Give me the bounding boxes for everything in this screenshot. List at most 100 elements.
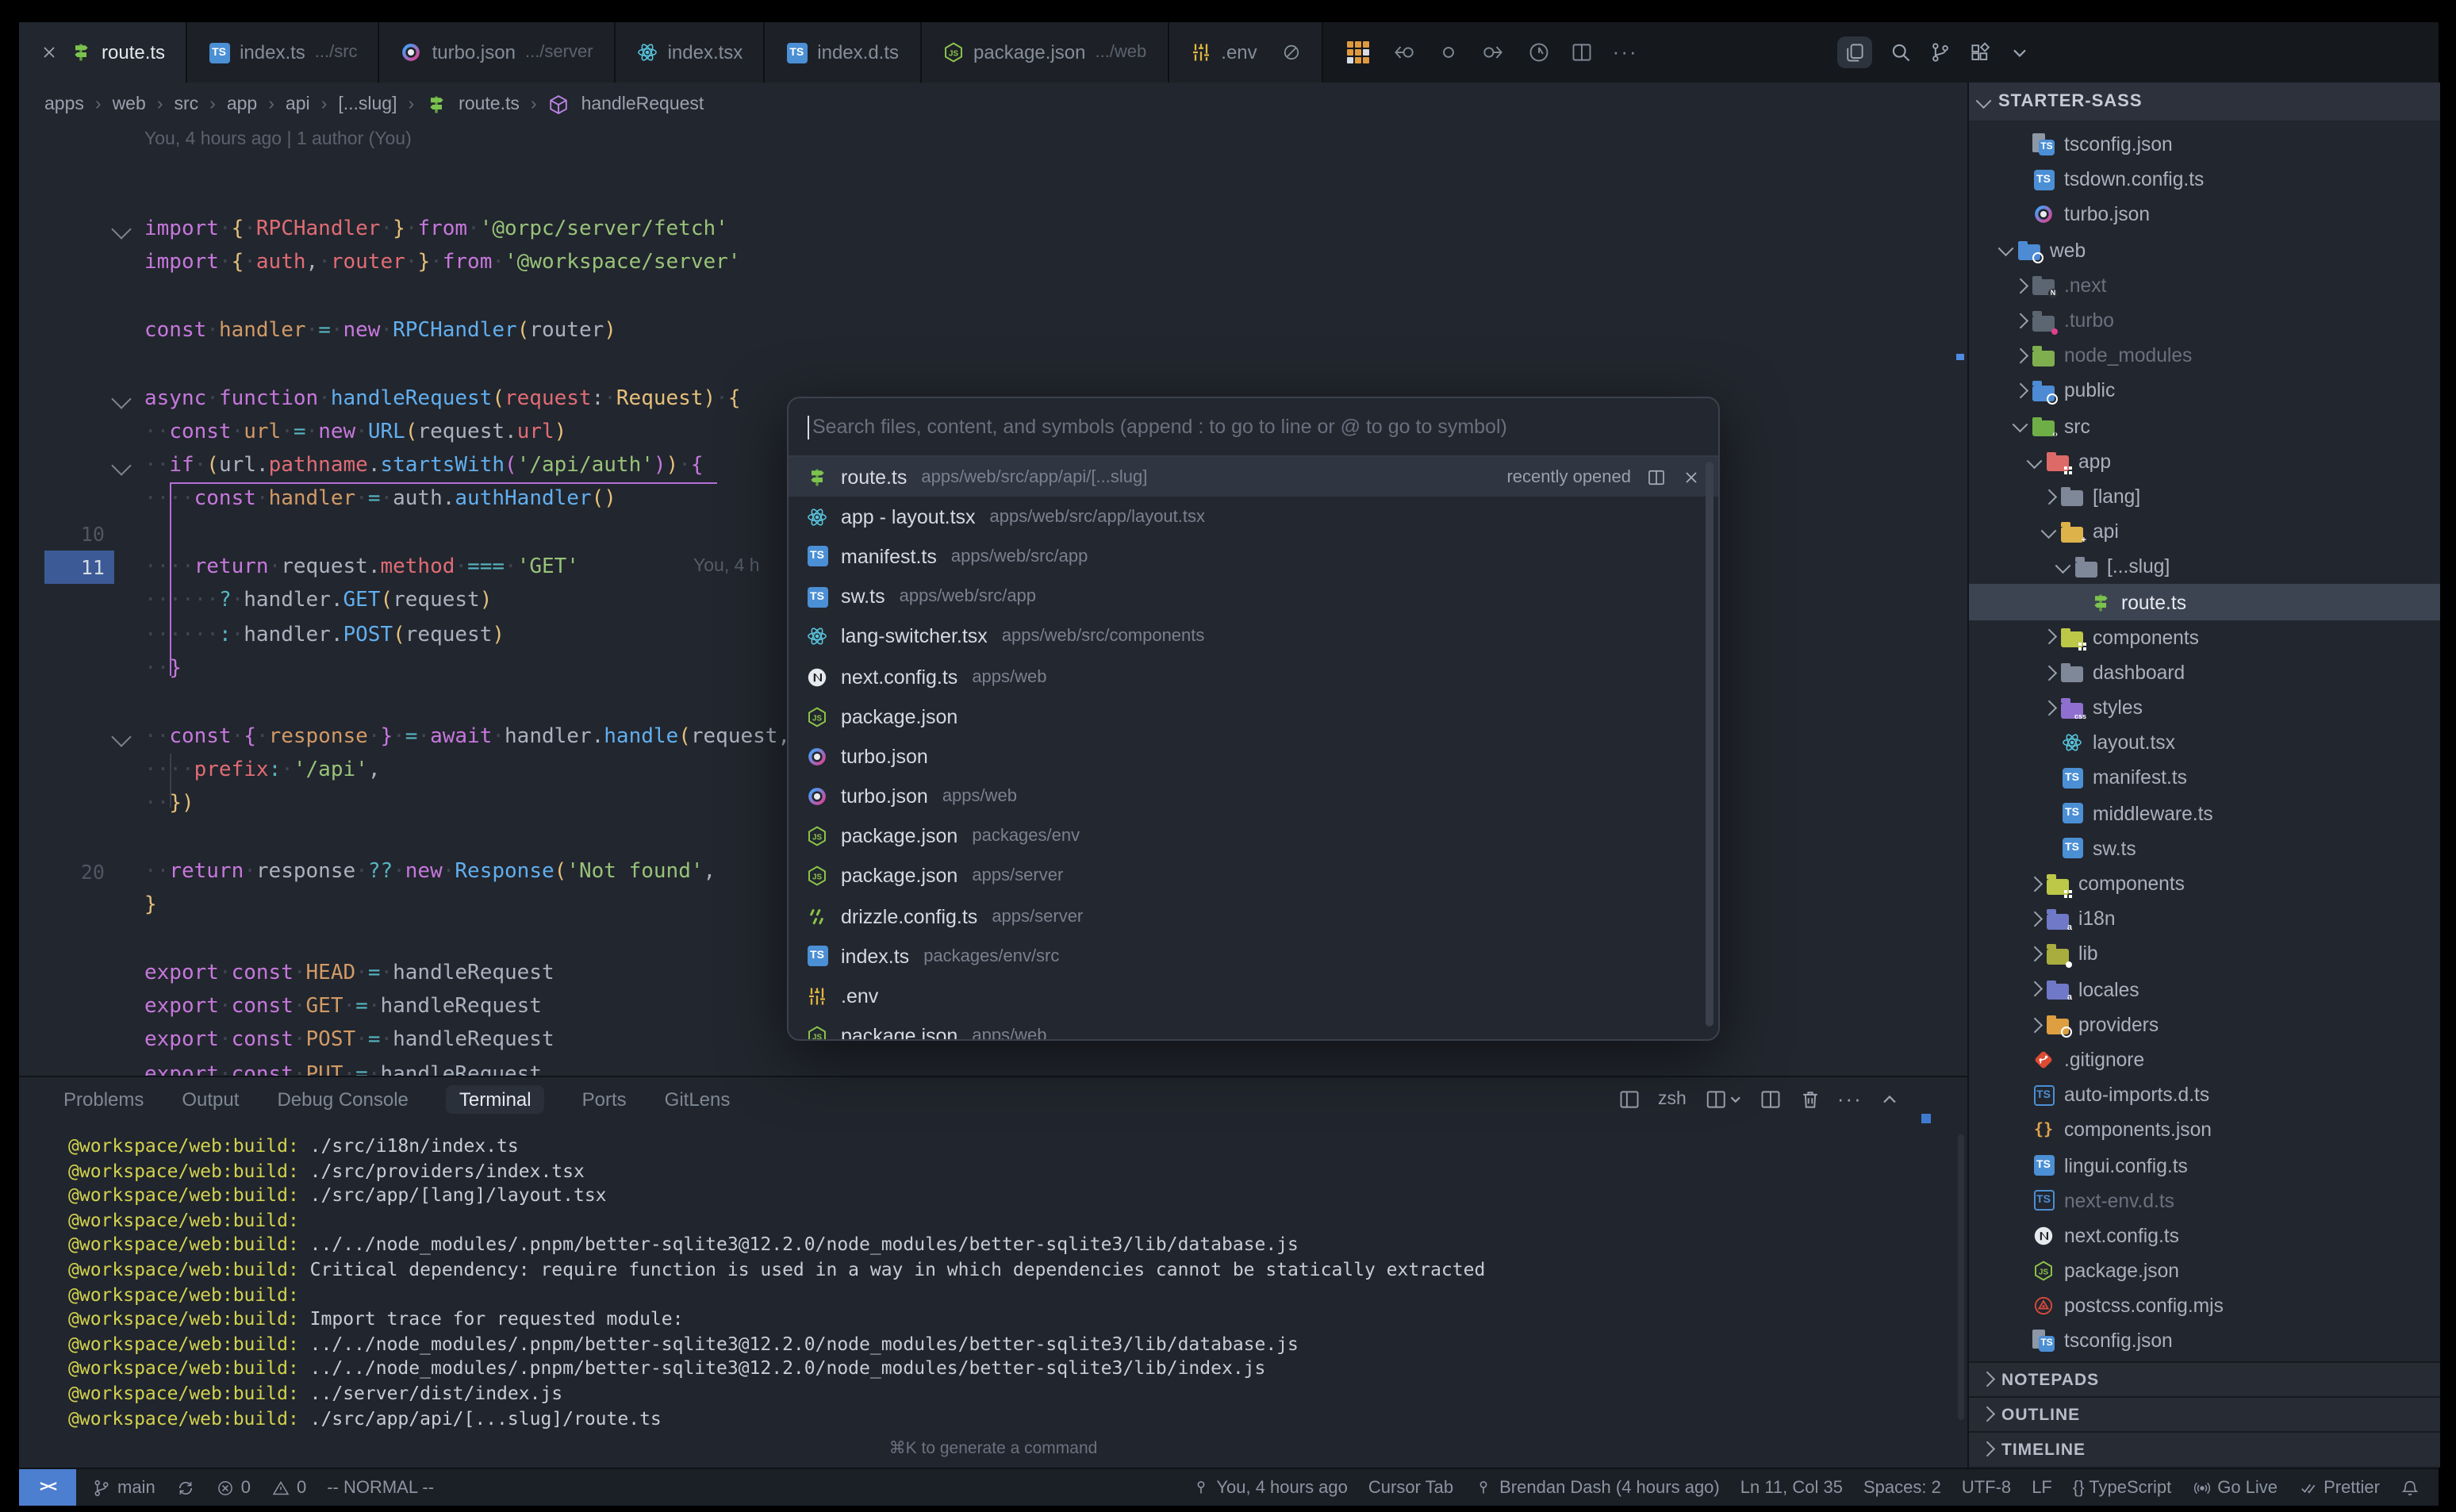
tab-package.json[interactable]: JSpackage.json.../web — [921, 22, 1169, 83]
quick-open-result-next.config.ts[interactable]: next.config.tsapps/web — [789, 657, 1718, 697]
tree-file-manifest.ts[interactable]: TSmanifest.ts — [1969, 761, 2440, 796]
tree-file-middleware.ts[interactable]: TSmiddleware.ts — [1969, 796, 2440, 831]
tab-index.d.ts[interactable]: TSindex.d.ts — [765, 22, 921, 83]
status-language-mode[interactable]: {} TypeScript — [2073, 1478, 2171, 1497]
sidebar-section-notepads[interactable]: NOTEPADS — [1969, 1361, 2440, 1396]
tree-file-next-env.d.ts[interactable]: TSnext-env.d.ts — [1969, 1183, 2440, 1218]
tree-folder-lib[interactable]: lib — [1969, 937, 2440, 972]
split-chevron-icon[interactable] — [1704, 1088, 1742, 1111]
fold-chevron-icon[interactable] — [111, 455, 131, 475]
tab-route.ts[interactable]: route.ts — [19, 22, 187, 83]
quick-open-result-sw.ts[interactable]: TSsw.tsapps/web/src/app — [789, 577, 1718, 616]
terminal-output[interactable]: @workspace/web:build: ./src/i18n/index.t… — [68, 1134, 1485, 1431]
active-view-pill[interactable] — [1837, 36, 1872, 68]
copy-files-icon[interactable] — [1844, 41, 1866, 63]
chevron-down-icon[interactable] — [2009, 41, 2031, 63]
tree-file-layout.tsx[interactable]: layout.tsx — [1969, 725, 2440, 760]
chevron-up-icon[interactable] — [1878, 1088, 1901, 1111]
tree-file-next.config.ts[interactable]: next.config.ts — [1969, 1218, 2440, 1253]
status-author[interactable]: Brendan Dash (4 hours ago) — [1474, 1478, 1720, 1497]
tab-.env[interactable]: .env — [1169, 22, 1323, 83]
tree-folder-.turbo[interactable]: .turbo — [1969, 303, 2440, 338]
quick-open-input[interactable]: Search files, content, and symbols (appe… — [789, 398, 1718, 457]
more-icon[interactable]: ··· — [1614, 41, 1637, 63]
panel-tab-gitlens[interactable]: GitLens — [665, 1088, 731, 1111]
quick-open-result-index.ts[interactable]: TSindex.tspackages/env/src — [789, 937, 1718, 977]
tree-file-sw.ts[interactable]: TSsw.ts — [1969, 831, 2440, 866]
tree-folder-.next[interactable]: N.next — [1969, 268, 2440, 303]
tree-file-tsconfig.json[interactable]: TStsconfig.json — [1969, 1324, 2440, 1359]
columns-icon[interactable] — [1759, 1088, 1782, 1111]
tree-folder-api[interactable]: +api — [1969, 514, 2440, 549]
close-icon[interactable] — [40, 43, 59, 62]
status-prettier[interactable]: Prettier — [2298, 1478, 2380, 1497]
status-blame[interactable]: You, 4 hours ago — [1191, 1478, 1348, 1497]
quick-open-result-package.json[interactable]: JSpackage.json — [789, 697, 1718, 736]
source-control-icon[interactable] — [1929, 41, 1951, 63]
status-git-branch[interactable]: main — [92, 1478, 155, 1497]
status-cursor-tab[interactable]: Cursor Tab — [1368, 1478, 1453, 1497]
tree-folder-node_modules[interactable]: node_modules — [1969, 338, 2440, 373]
status-indentation[interactable]: Spaces: 2 — [1863, 1478, 1941, 1497]
status-go-live[interactable]: Go Live — [2192, 1478, 2278, 1497]
tree-file-route.ts[interactable]: route.ts — [1969, 585, 2440, 620]
sidebar-section-timeline[interactable]: TIMELINE — [1969, 1431, 2440, 1466]
run-circle-icon[interactable] — [1529, 41, 1551, 63]
status-warnings[interactable]: 0 — [271, 1478, 306, 1497]
fold-chevron-icon[interactable] — [111, 219, 131, 239]
quick-open-result-package.json[interactable]: JSpackage.jsonpackages/env — [789, 816, 1718, 856]
tree-folder-styles[interactable]: cssstyles — [1969, 690, 2440, 725]
quick-open-result-package.json[interactable]: JSpackage.jsonapps/web — [789, 1016, 1718, 1041]
quick-open-result-package.json[interactable]: JSpackage.jsonapps/server — [789, 857, 1718, 896]
nav-forward-icon[interactable] — [1481, 41, 1508, 63]
quick-open-result-turbo.json[interactable]: turbo.jsonapps/web — [789, 777, 1718, 816]
tab-turbo.json[interactable]: turbo.json.../server — [380, 22, 616, 83]
status-encoding[interactable]: UTF-8 — [1962, 1478, 2011, 1497]
tree-folder-locales[interactable]: alocales — [1969, 972, 2440, 1007]
status-eol[interactable]: LF — [2032, 1478, 2052, 1497]
tree-folder-i18n[interactable]: ai18n — [1969, 901, 2440, 936]
tree-folder-components[interactable]: components — [1969, 866, 2440, 901]
panel-tab-ports[interactable]: Ports — [582, 1088, 627, 1111]
nav-back-icon[interactable] — [1391, 41, 1418, 63]
panel-tab-problems[interactable]: Problems — [63, 1088, 144, 1111]
tree-folder-app[interactable]: app — [1969, 443, 2440, 478]
quick-open-result-drizzle.config.ts[interactable]: drizzle.config.tsapps/server — [789, 896, 1718, 936]
status-sync[interactable] — [176, 1478, 195, 1497]
tab-index.ts[interactable]: TSindex.ts.../src — [187, 22, 380, 83]
quick-open-result-route.ts[interactable]: route.tsapps/web/src/app/api/[...slug]re… — [789, 457, 1718, 497]
tab-index.tsx[interactable]: index.tsx — [616, 22, 766, 83]
close-icon[interactable] — [1918, 1088, 1940, 1111]
tree-folder-web[interactable]: web — [1969, 232, 2440, 267]
fold-chevron-icon[interactable] — [111, 388, 131, 408]
quick-open-result-app - layout.tsx[interactable]: app - layout.tsxapps/web/src/app/layout.… — [789, 497, 1718, 536]
tree-file-tsconfig.json[interactable]: TStsconfig.json — [1969, 127, 2440, 162]
tree-file-.gitignore[interactable]: .gitignore — [1969, 1042, 2440, 1077]
quick-open-result-.env[interactable]: .env — [789, 977, 1718, 1016]
tree-file-lingui.config.ts[interactable]: TSlingui.config.ts — [1969, 1148, 2440, 1183]
tree-file-tsdown.config.ts[interactable]: TStsdown.config.ts — [1969, 162, 2440, 197]
extension-grid-icon[interactable] — [1348, 41, 1370, 63]
status-notifications[interactable] — [2400, 1478, 2420, 1497]
terminal-scrollbar[interactable] — [1958, 1134, 1964, 1420]
shell-label[interactable]: zsh — [1658, 1090, 1687, 1109]
quick-open-scrollbar[interactable] — [1706, 462, 1713, 1027]
split-editor-icon[interactable] — [1647, 467, 1666, 486]
search-icon[interactable] — [1890, 41, 1912, 63]
trash-icon[interactable] — [1799, 1088, 1821, 1111]
terminal-panel-icon[interactable] — [1618, 1088, 1641, 1111]
quick-open-result-turbo.json[interactable]: turbo.json — [789, 737, 1718, 777]
panel-tab-debug-console[interactable]: Debug Console — [277, 1088, 408, 1111]
extensions-icon[interactable] — [1969, 41, 1991, 63]
sidebar-section-outline[interactable]: OUTLINE — [1969, 1396, 2440, 1431]
tree-folder-[...slug][interactable]: [...slug] — [1969, 550, 2440, 585]
close-icon[interactable] — [1682, 467, 1701, 486]
tree-file-components.json[interactable]: {}components.json — [1969, 1113, 2440, 1148]
tree-folder-public[interactable]: public — [1969, 374, 2440, 409]
status-errors[interactable]: 0 — [216, 1478, 251, 1497]
explorer-header[interactable]: STARTER-SASS — [1969, 83, 2440, 121]
tree-file-auto-imports.d.ts[interactable]: TSauto-imports.d.ts — [1969, 1077, 2440, 1112]
nav-circle-icon[interactable] — [1438, 41, 1460, 63]
more-icon[interactable]: ··· — [1839, 1088, 1861, 1111]
fold-chevron-icon[interactable] — [111, 726, 131, 746]
